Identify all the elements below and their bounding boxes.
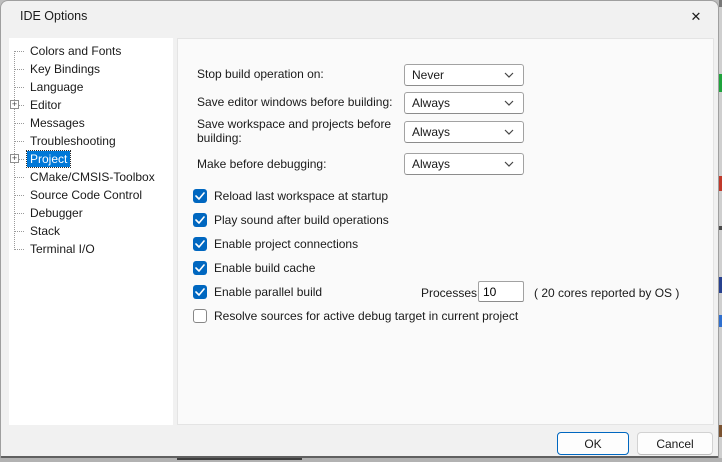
save-editor-label: Save editor windows before building: bbox=[197, 95, 392, 109]
checkbox-label: Reload last workspace at startup bbox=[214, 189, 388, 203]
chevron-down-icon bbox=[504, 161, 514, 167]
cores-note: ( 20 cores reported by OS ) bbox=[534, 286, 679, 300]
close-icon: ✕ bbox=[691, 9, 702, 25]
play-sound-checkbox-row[interactable]: Play sound after build operations bbox=[193, 212, 389, 228]
sidebar-item-messages[interactable]: Messages bbox=[9, 114, 173, 132]
checkbox-checked-icon[interactable] bbox=[193, 189, 207, 203]
sidebar-item-troubleshooting[interactable]: Troubleshooting bbox=[9, 132, 173, 150]
stop-build-label: Stop build operation on: bbox=[197, 67, 324, 81]
background-sliver bbox=[177, 458, 302, 460]
expand-plus-icon[interactable]: + bbox=[10, 100, 19, 109]
checkbox-label: Enable project connections bbox=[214, 237, 358, 251]
project-settings-panel: Stop build operation on: Never Save edit… bbox=[177, 38, 714, 425]
checkbox-unchecked-icon[interactable] bbox=[193, 309, 207, 323]
checkbox-label: Play sound after build operations bbox=[214, 213, 389, 227]
make-before-debug-dropdown[interactable]: Always bbox=[404, 153, 524, 175]
make-before-debug-label: Make before debugging: bbox=[197, 157, 326, 171]
reload-workspace-checkbox-row[interactable]: Reload last workspace at startup bbox=[193, 188, 388, 204]
checkbox-checked-icon[interactable] bbox=[193, 261, 207, 275]
project-connections-checkbox-row[interactable]: Enable project connections bbox=[193, 236, 358, 252]
ok-button[interactable]: OK bbox=[557, 432, 629, 455]
sidebar-item-colors-and-fonts[interactable]: Colors and Fonts bbox=[9, 42, 173, 60]
ide-options-dialog: IDE Options ✕ Colors and Fonts Key Bindi… bbox=[0, 0, 719, 458]
resolve-sources-checkbox-row[interactable]: Resolve sources for active debug target … bbox=[193, 308, 518, 324]
sidebar-item-cmake-cmsis-toolbox[interactable]: CMake/CMSIS-Toolbox bbox=[9, 168, 173, 186]
save-workspace-label: Save workspace and projects before build… bbox=[197, 117, 397, 145]
parallel-build-checkbox-row[interactable]: Enable parallel build bbox=[193, 284, 322, 300]
checkbox-label: Enable build cache bbox=[214, 261, 315, 275]
build-cache-checkbox-row[interactable]: Enable build cache bbox=[193, 260, 315, 276]
sidebar-item-debugger[interactable]: Debugger bbox=[9, 204, 173, 222]
chevron-down-icon bbox=[504, 100, 514, 106]
save-editor-dropdown[interactable]: Always bbox=[404, 92, 524, 114]
save-workspace-dropdown[interactable]: Always bbox=[404, 121, 524, 143]
dropdown-value: Never bbox=[412, 68, 444, 82]
options-tree: Colors and Fonts Key Bindings Language +… bbox=[9, 38, 173, 425]
checkbox-label: Resolve sources for active debug target … bbox=[214, 309, 518, 323]
sidebar-item-stack[interactable]: Stack bbox=[9, 222, 173, 240]
sidebar-item-source-code-control[interactable]: Source Code Control bbox=[9, 186, 173, 204]
processes-label: Processes: bbox=[421, 286, 480, 300]
sidebar-item-language[interactable]: Language bbox=[9, 78, 173, 96]
sidebar-item-key-bindings[interactable]: Key Bindings bbox=[9, 60, 173, 78]
processes-input[interactable] bbox=[478, 281, 524, 302]
checkbox-checked-icon[interactable] bbox=[193, 213, 207, 227]
checkbox-checked-icon[interactable] bbox=[193, 237, 207, 251]
checkbox-checked-icon[interactable] bbox=[193, 285, 207, 299]
chevron-down-icon bbox=[504, 129, 514, 135]
dropdown-value: Always bbox=[412, 125, 450, 139]
chevron-down-icon bbox=[504, 72, 514, 78]
dialog-title: IDE Options bbox=[20, 9, 87, 23]
dropdown-value: Always bbox=[412, 157, 450, 171]
expand-plus-icon[interactable]: + bbox=[10, 154, 19, 163]
sidebar-item-terminal-io[interactable]: Terminal I/O bbox=[9, 240, 173, 258]
cancel-button[interactable]: Cancel bbox=[637, 432, 713, 455]
sidebar-item-project[interactable]: + Project bbox=[9, 150, 173, 168]
background-app-bottom bbox=[0, 458, 722, 462]
title-bar[interactable]: IDE Options bbox=[1, 1, 718, 31]
checkbox-label: Enable parallel build bbox=[214, 285, 322, 299]
dropdown-value: Always bbox=[412, 96, 450, 110]
sidebar-item-editor[interactable]: + Editor bbox=[9, 96, 173, 114]
stop-build-dropdown[interactable]: Never bbox=[404, 64, 524, 86]
close-button[interactable]: ✕ bbox=[680, 6, 712, 28]
